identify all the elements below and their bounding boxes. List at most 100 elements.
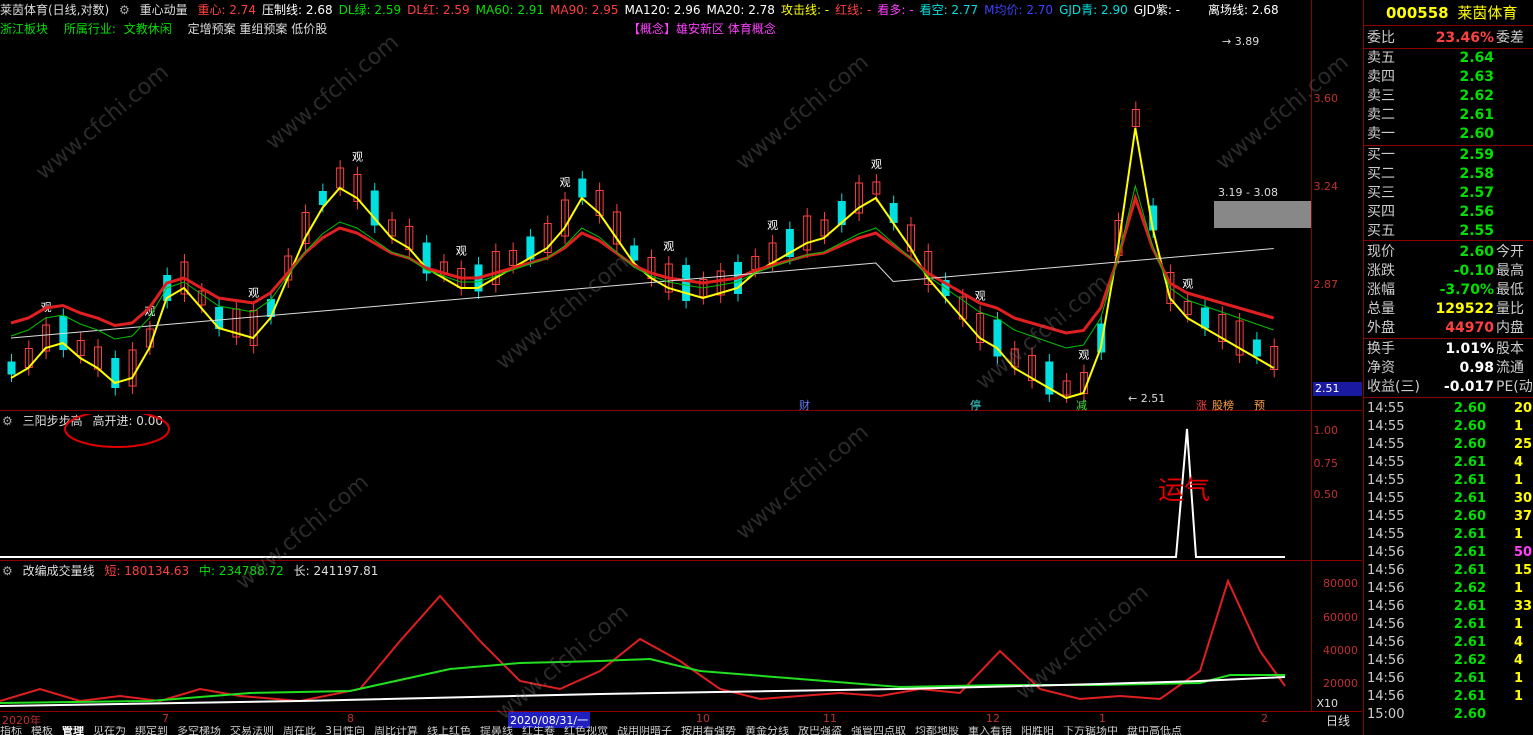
y-tick: 40000 bbox=[1323, 644, 1358, 657]
range-label: 3.19 - 3.08 bbox=[1218, 186, 1278, 199]
bottom-tab[interactable]: 重入看销 bbox=[968, 726, 1012, 735]
stock-info-line: 浙江板块 所属行业: 文教休闲 定增预案 重组预案 低价股 bbox=[0, 20, 339, 38]
indicator-name[interactable]: 重心动量 bbox=[140, 3, 188, 17]
marker-label: 观 bbox=[1078, 349, 1089, 362]
bottom-tab[interactable]: 下方锯场中 bbox=[1063, 726, 1118, 735]
bottom-tab[interactable]: 绑定到 bbox=[135, 726, 168, 735]
tick-row: 14:56 2.61 1 bbox=[1367, 671, 1524, 686]
x-tick: 8 bbox=[347, 712, 354, 725]
y-tick: 0.75 bbox=[1313, 457, 1339, 470]
indicator-value: GJD青: 2.90 bbox=[1059, 3, 1128, 17]
bottom-tab[interactable]: 红生卷 bbox=[522, 726, 555, 735]
divider bbox=[1364, 338, 1533, 339]
quote-row: 现价 2.60 今开 bbox=[1367, 244, 1524, 260]
tick-row: 14:55 2.61 1 bbox=[1367, 473, 1524, 488]
bottom-tab[interactable]: 提鼻线 bbox=[480, 726, 513, 735]
indicator-value: 看空: 2.77 bbox=[919, 3, 979, 17]
divider bbox=[1364, 240, 1533, 241]
bottom-tab[interactable]: 黄金分线 bbox=[745, 726, 789, 735]
low-price-label: ← 2.51 bbox=[1128, 392, 1166, 405]
marker-label: 观 bbox=[1182, 278, 1193, 291]
bottom-tab[interactable]: 周比计算 bbox=[374, 726, 418, 735]
indicator-value: DL绿: 2.59 bbox=[338, 3, 402, 17]
y-axis-line bbox=[1311, 0, 1312, 712]
high-price-label: → 3.89 bbox=[1222, 35, 1260, 48]
marker-label: 观 bbox=[560, 176, 571, 189]
industry-link[interactable]: 文教休闲 bbox=[124, 22, 172, 36]
bottom-tab[interactable]: 管理 bbox=[62, 726, 84, 735]
marker-label: 观 bbox=[871, 158, 882, 171]
y-tick: 0.50 bbox=[1313, 488, 1339, 501]
bottom-tab[interactable]: 线上红色 bbox=[427, 726, 471, 735]
tick-row: 14:56 2.61 33 bbox=[1367, 599, 1533, 614]
indicator-value: DL红: 2.59 bbox=[407, 3, 470, 17]
bottom-tab[interactable]: 阳胜阳 bbox=[1021, 726, 1054, 735]
quote-row: 买五 2.55 bbox=[1367, 223, 1494, 239]
quote-row: 涨幅 -3.70% 最低 bbox=[1367, 282, 1524, 298]
bottom-tab[interactable]: 3日性向 bbox=[325, 726, 365, 735]
tick-row: 14:56 2.61 15 bbox=[1367, 563, 1533, 578]
indicator-values: 重心: 2.74 压制线: 2.68 DL绿: 2.59 DL红: 2.59 MA60:… bbox=[197, 3, 1284, 17]
tick-row: 14:55 2.61 30 bbox=[1367, 491, 1533, 506]
industry-label: 所属行业: bbox=[63, 22, 116, 36]
tick-row: 15:00 2.60 bbox=[1367, 707, 1486, 722]
quote-row: 买四 2.56 bbox=[1367, 204, 1494, 220]
bottom-tab[interactable]: 模板 bbox=[31, 726, 53, 735]
main-chart-area: 莱茵体育(日线,对数) ⚙ 重心动量 重心: 2.74 压制线: 2.68 DL绿:… bbox=[0, 0, 1362, 735]
panel3-chart[interactable] bbox=[0, 561, 1311, 711]
quote-row: 涨跌 -0.10 最高 bbox=[1367, 263, 1524, 279]
bottom-tab[interactable]: 指标 bbox=[0, 726, 22, 735]
chart-title: 莱茵体育(日线,对数) bbox=[0, 3, 110, 17]
quote-row: 收益(三)-0.017PE(动) bbox=[1367, 379, 1533, 395]
indicator-value: 看多: - bbox=[877, 3, 914, 17]
marker-label: 观 bbox=[767, 219, 778, 232]
mid-volume-line bbox=[0, 657, 1285, 704]
stock-tags: 定增预案 重组预案 低价股 bbox=[187, 22, 328, 36]
y-tick: 20000 bbox=[1323, 677, 1358, 690]
tick-row: 14:56 2.62 4 bbox=[1367, 653, 1524, 668]
quote-panel: 000558 莱茵体育 委比 23.46% 委差 卖五 2.64 卖四 2.63 卖三 2… bbox=[1363, 0, 1533, 735]
weibi-row: 委比 23.46% 委差 bbox=[1367, 30, 1524, 46]
quote-row: 卖一 2.60 bbox=[1367, 126, 1494, 142]
bottom-tab[interactable]: 放巴强盗 bbox=[798, 726, 842, 735]
tick-row: 14:56 2.62 1 bbox=[1367, 581, 1524, 596]
quote-row: 卖四 2.63 bbox=[1367, 69, 1494, 85]
settings-icon[interactable]: ⚙ bbox=[119, 3, 130, 17]
range-box bbox=[1214, 201, 1311, 228]
indicator-value: MA20: 2.78 bbox=[706, 3, 775, 17]
bottom-tab[interactable]: 见在为 bbox=[93, 726, 126, 735]
y-tick: 3.24 bbox=[1313, 180, 1339, 193]
period-label[interactable]: 日线 bbox=[1326, 712, 1350, 729]
indicator-value: 压制线: 2.68 bbox=[262, 3, 333, 17]
stock-title[interactable]: 000558 莱茵体育 bbox=[1364, 2, 1533, 24]
sector-link[interactable]: 浙江板块 bbox=[0, 22, 48, 36]
indicator-value: M均价: 2.70 bbox=[984, 3, 1054, 17]
ma-red-line bbox=[10, 193, 1275, 335]
tick-row: 14:55 2.60 20 bbox=[1367, 401, 1533, 416]
x-tick: 12 bbox=[986, 712, 1000, 725]
bottom-tab[interactable]: 均都地股 bbox=[915, 726, 959, 735]
bottom-tab[interactable]: 战用阴暗子 bbox=[617, 726, 672, 735]
y-tick: 80000 bbox=[1323, 577, 1358, 590]
quote-row: 外盘 44970 内盘 bbox=[1367, 320, 1524, 336]
bottom-tab[interactable]: 按用看强势 bbox=[681, 726, 736, 735]
tick-row: 14:56 2.61 50 bbox=[1367, 545, 1533, 560]
quote-row: 卖三 2.62 bbox=[1367, 88, 1494, 104]
bottom-tab[interactable]: 周在此 bbox=[283, 726, 316, 735]
bottom-tab[interactable]: 红色视觉 bbox=[564, 726, 608, 735]
panel2-chart[interactable] bbox=[0, 411, 1311, 560]
bottom-tab[interactable]: 多空梯场 bbox=[177, 726, 221, 735]
tick-row: 14:55 2.61 4 bbox=[1367, 455, 1524, 470]
candlestick-chart[interactable]: 观观观观观观观观观观观观 bbox=[0, 38, 1311, 410]
multiplier-label: X10 bbox=[1316, 697, 1338, 710]
indicator-value: 攻击线: - bbox=[780, 3, 830, 17]
indicator-header: 莱茵体育(日线,对数) ⚙ 重心动量 重心: 2.74 压制线: 2.68 DL绿:… bbox=[0, 0, 1362, 20]
bottom-tab[interactable]: 盘中高低点 bbox=[1127, 726, 1182, 735]
x-tick: 10 bbox=[696, 712, 710, 725]
concept-label[interactable]: 【概念】雄安新区 体育概念 bbox=[628, 20, 776, 38]
indicator-value: MA60: 2.91 bbox=[475, 3, 545, 17]
stock-code: 000558 bbox=[1386, 4, 1449, 22]
bottom-tab[interactable]: 交易法则 bbox=[230, 726, 274, 735]
bottom-tab[interactable]: 强管四点取 bbox=[851, 726, 906, 735]
handwritten-note: 运气 bbox=[1158, 476, 1211, 506]
